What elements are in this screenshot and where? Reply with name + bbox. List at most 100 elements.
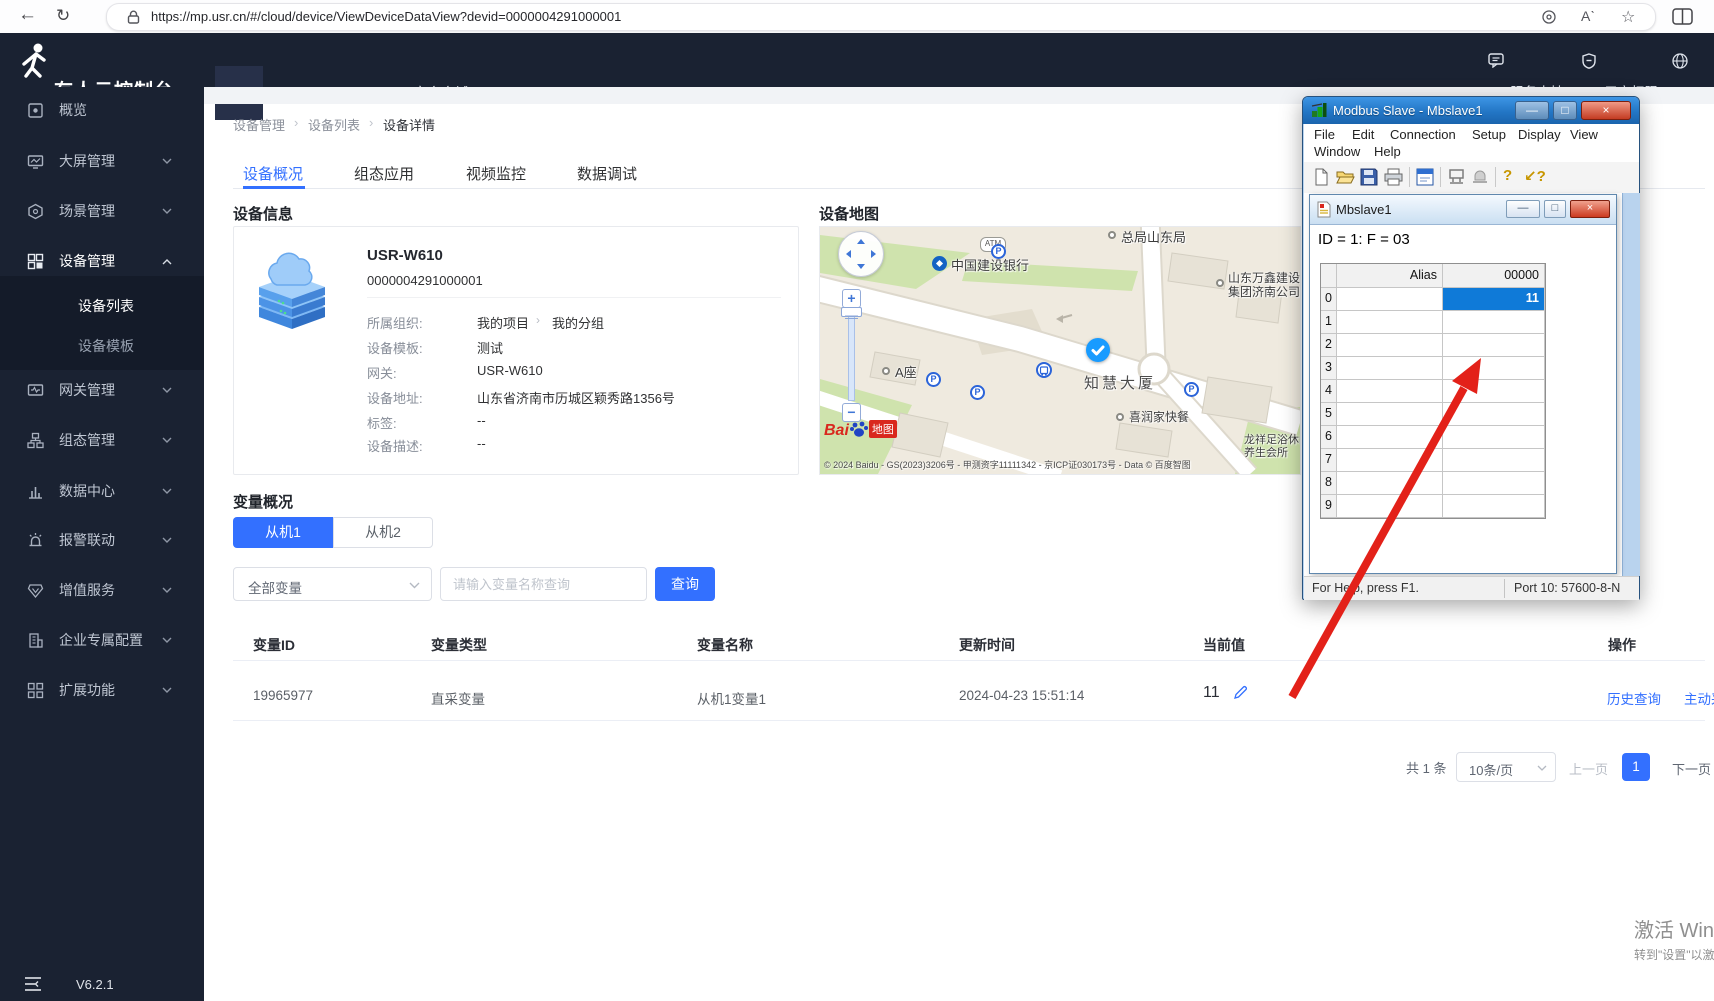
modbus-slave-window[interactable]: Modbus Slave - Mbslave1 — □ × File Edit … xyxy=(1302,96,1640,600)
sidebar-item-data-center[interactable]: 数据中心 xyxy=(0,471,204,511)
menu-file[interactable]: File xyxy=(1314,127,1335,142)
grid-value-cell[interactable] xyxy=(1443,472,1545,495)
page-size-select[interactable]: 10条/页 xyxy=(1456,752,1556,782)
map-zoom-handle[interactable] xyxy=(841,307,862,319)
location-icon[interactable] xyxy=(1541,9,1557,25)
connection-icon[interactable] xyxy=(1447,168,1466,186)
breadcrumb-device-list[interactable]: 设备列表 xyxy=(308,115,360,134)
sidebar-item-value-added[interactable]: 增值服务 xyxy=(0,570,204,610)
display-settings-icon[interactable] xyxy=(1416,168,1434,186)
grid-alias-cell[interactable] xyxy=(1337,403,1443,426)
edit-value-icon[interactable] xyxy=(1233,685,1248,700)
sidebar-item-device-list[interactable]: 设备列表 xyxy=(0,286,204,326)
page-1-button[interactable]: 1 xyxy=(1622,753,1650,781)
sidebar-item-screen-mgmt[interactable]: 大屏管理 xyxy=(0,141,204,181)
menu-window[interactable]: Window xyxy=(1314,144,1360,159)
map-zoom-in-button[interactable]: + xyxy=(842,289,861,308)
active-collect-link[interactable]: 主动采集 xyxy=(1684,688,1714,708)
menu-edit[interactable]: Edit xyxy=(1352,127,1374,142)
grid-value-cell[interactable] xyxy=(1443,380,1545,403)
grid-value-cell[interactable] xyxy=(1443,403,1545,426)
device-location-marker[interactable] xyxy=(1086,338,1110,362)
grid-alias-cell[interactable] xyxy=(1337,449,1443,472)
grid-value-cell[interactable] xyxy=(1443,449,1545,472)
variable-type-dropdown[interactable]: 全部变量 xyxy=(233,567,432,601)
sidebar-item-enterprise-config[interactable]: 企业专属配置 xyxy=(0,620,204,660)
sidebar-item-overview[interactable]: 概览 xyxy=(0,90,204,130)
search-button[interactable]: 查询 xyxy=(655,567,715,601)
poi-marker[interactable] xyxy=(1108,231,1116,239)
grid-value-cell[interactable] xyxy=(1443,334,1545,357)
refresh-icon[interactable]: ↻ xyxy=(56,5,70,27)
grid-value-cell-selected[interactable]: 11 xyxy=(1443,288,1545,311)
map-pan-control[interactable] xyxy=(838,231,884,277)
slave2-tab[interactable]: 从机2 xyxy=(333,517,433,548)
split-screen-icon[interactable] xyxy=(1672,8,1693,25)
close-button[interactable]: × xyxy=(1581,101,1631,120)
context-help-icon[interactable]: ↙? xyxy=(1524,167,1546,185)
grid-alias-cell[interactable] xyxy=(1337,288,1443,311)
print-icon[interactable] xyxy=(1384,168,1403,186)
grid-alias-cell[interactable] xyxy=(1337,357,1443,380)
sidebar-item-device-template[interactable]: 设备模板 xyxy=(0,326,204,366)
sidebar-item-alarm-linkage[interactable]: 报警联动 xyxy=(0,520,204,560)
menu-display[interactable]: Display xyxy=(1518,127,1561,142)
close-button[interactable]: × xyxy=(1570,200,1610,218)
disconnect-icon[interactable] xyxy=(1471,168,1489,186)
grid-alias-cell[interactable] xyxy=(1337,495,1443,518)
menu-setup[interactable]: Setup xyxy=(1472,127,1506,142)
tab-device-overview[interactable]: 设备概况 xyxy=(243,163,303,184)
grid-alias-cell[interactable] xyxy=(1337,472,1443,495)
minimize-button[interactable]: — xyxy=(1506,200,1540,218)
poi-marker[interactable] xyxy=(1116,413,1124,421)
mbslave1-window[interactable]: Mbslave1 — □ × ID = 1: F = 03 Alias 0000… xyxy=(1309,194,1617,574)
collapse-sidebar-icon[interactable] xyxy=(24,976,42,992)
parking-marker[interactable]: P xyxy=(926,372,941,387)
read-aloud-icon[interactable]: Aˋ xyxy=(1581,8,1595,24)
tab-video-monitor[interactable]: 视频监控 xyxy=(466,163,526,184)
history-query-link[interactable]: 历史查询 xyxy=(1607,688,1661,708)
device-map[interactable]: 总局山东局 ATM 中国建设银行 P P P P 山东万鑫建设 集团济南公司 A… xyxy=(819,226,1301,475)
parking-marker[interactable]: P xyxy=(970,385,985,400)
prev-page-button[interactable]: 上一页 xyxy=(1569,759,1608,778)
parking-marker[interactable]: P xyxy=(1184,382,1199,397)
grid-value-cell[interactable] xyxy=(1443,311,1545,334)
open-file-icon[interactable] xyxy=(1336,168,1355,186)
variable-search-input[interactable] xyxy=(440,567,647,601)
menu-connection[interactable]: Connection xyxy=(1390,127,1456,142)
favorite-star-icon[interactable]: ☆ xyxy=(1621,7,1635,27)
breadcrumb-device-mgmt[interactable]: 设备管理 xyxy=(233,115,285,134)
map-zoom-track[interactable] xyxy=(848,308,855,401)
menu-view[interactable]: View xyxy=(1570,127,1598,142)
sidebar-item-scene-mgmt[interactable]: 场景管理 xyxy=(0,191,204,231)
sidebar-item-device-mgmt[interactable]: 设备管理 xyxy=(0,241,204,281)
help-icon[interactable]: ? xyxy=(1503,167,1512,184)
poi-marker[interactable] xyxy=(1216,279,1224,287)
tab-data-debug[interactable]: 数据调试 xyxy=(577,163,637,184)
next-page-button[interactable]: 下一页 xyxy=(1672,759,1711,778)
maximize-button[interactable]: □ xyxy=(1544,200,1566,218)
modbus-titlebar[interactable]: Modbus Slave - Mbslave1 — □ × xyxy=(1303,97,1639,124)
sidebar-item-gateway-mgmt[interactable]: 网关管理 xyxy=(0,370,204,410)
mbslave1-titlebar[interactable]: Mbslave1 — □ × xyxy=(1310,195,1616,225)
sidebar-item-config-mgmt[interactable]: 组态管理 xyxy=(0,420,204,460)
bus-stop-icon[interactable] xyxy=(1036,362,1052,378)
grid-alias-cell[interactable] xyxy=(1337,334,1443,357)
grid-alias-cell[interactable] xyxy=(1337,311,1443,334)
poi-marker[interactable] xyxy=(882,367,890,375)
back-icon[interactable]: ← xyxy=(18,4,37,26)
address-bar[interactable]: https://mp.usr.cn/#/cloud/device/ViewDev… xyxy=(106,3,1656,31)
grid-alias-cell[interactable] xyxy=(1337,380,1443,403)
grid-value-cell[interactable] xyxy=(1443,495,1545,518)
grid-alias-cell[interactable] xyxy=(1337,426,1443,449)
slave1-tab[interactable]: 从机1 xyxy=(233,517,333,548)
minimize-button[interactable]: — xyxy=(1515,101,1549,120)
grid-value-cell[interactable] xyxy=(1443,426,1545,449)
sidebar-item-extensions[interactable]: 扩展功能 xyxy=(0,670,204,710)
new-file-icon[interactable] xyxy=(1312,168,1330,186)
grid-value-cell[interactable] xyxy=(1443,357,1545,380)
tab-config-app[interactable]: 组态应用 xyxy=(354,163,414,184)
save-icon[interactable] xyxy=(1360,168,1378,186)
parking-marker[interactable]: P xyxy=(991,244,1006,259)
menu-help[interactable]: Help xyxy=(1374,144,1401,159)
